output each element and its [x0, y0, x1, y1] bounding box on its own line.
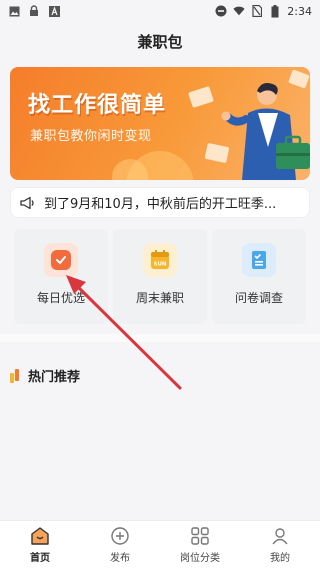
- section-title: 热门推荐: [28, 370, 81, 385]
- nav-profile[interactable]: 我的: [240, 521, 320, 568]
- clock-icon: [44, 243, 78, 277]
- category-surveys[interactable]: 问卷调查: [212, 229, 306, 324]
- no-sim-icon: [251, 5, 263, 17]
- megaphone-icon: [20, 196, 36, 210]
- nav-label: 岗位分类: [180, 552, 220, 564]
- bottom-nav: 首页 发布 岗位分类 我的: [0, 520, 320, 568]
- category-label: 问卷调查: [234, 291, 283, 305]
- category-daily-picks[interactable]: 每日优选: [14, 229, 108, 324]
- grid-icon: [190, 526, 210, 546]
- category-label: 周末兼职: [135, 291, 184, 305]
- banner-title: 找工作很简单: [28, 93, 167, 118]
- do-not-disturb-icon: [215, 5, 227, 17]
- svg-text:SUN: SUN: [153, 262, 166, 268]
- app-screen: 2:34 兼职包 找工作很简单 兼职包教你闲时变现 到了9月和10月，中秋前后的…: [0, 0, 320, 568]
- font-icon: [48, 5, 60, 17]
- promo-banner[interactable]: 找工作很简单 兼职包教你闲时变现: [10, 67, 310, 180]
- section-marker-icon: [10, 368, 20, 383]
- notice-bar[interactable]: 到了9月和10月，中秋前后的开工旺季...: [10, 187, 310, 218]
- nav-label: 首页: [30, 552, 50, 564]
- section-divider: [0, 334, 320, 342]
- category-grid: 每日优选 SUN 周末兼职 问卷调查: [14, 229, 306, 324]
- battery-icon: [269, 4, 281, 17]
- status-time: 2:34: [287, 4, 312, 18]
- title-bar: 兼职包: [0, 22, 320, 60]
- category-label: 每日优选: [36, 291, 85, 305]
- status-left: [8, 5, 60, 17]
- nav-job-categories[interactable]: 岗位分类: [160, 521, 240, 568]
- status-bar: 2:34: [0, 0, 320, 22]
- home-icon: [30, 526, 50, 546]
- banner-subtitle: 兼职包教你闲时变现: [30, 129, 152, 144]
- lock-icon: [28, 5, 40, 17]
- nav-home[interactable]: 首页: [0, 521, 80, 568]
- clipboard-icon: [242, 243, 276, 277]
- section-header: 热门推荐: [10, 366, 80, 385]
- banner-illustration: [112, 69, 310, 180]
- plus-circle-icon: [110, 526, 130, 546]
- nav-post[interactable]: 发布: [80, 521, 160, 568]
- nav-label: 我的: [270, 552, 290, 564]
- notice-text: 到了9月和10月，中秋前后的开工旺季...: [44, 197, 277, 212]
- nav-label: 发布: [110, 552, 130, 564]
- image-icon: [8, 5, 20, 17]
- wifi-icon: [233, 5, 245, 17]
- category-weekend-jobs[interactable]: SUN 周末兼职: [113, 229, 207, 324]
- status-right: 2:34: [215, 4, 312, 18]
- calendar-icon: SUN: [143, 243, 177, 277]
- profile-icon: [270, 526, 290, 546]
- page-title: 兼职包: [137, 32, 183, 51]
